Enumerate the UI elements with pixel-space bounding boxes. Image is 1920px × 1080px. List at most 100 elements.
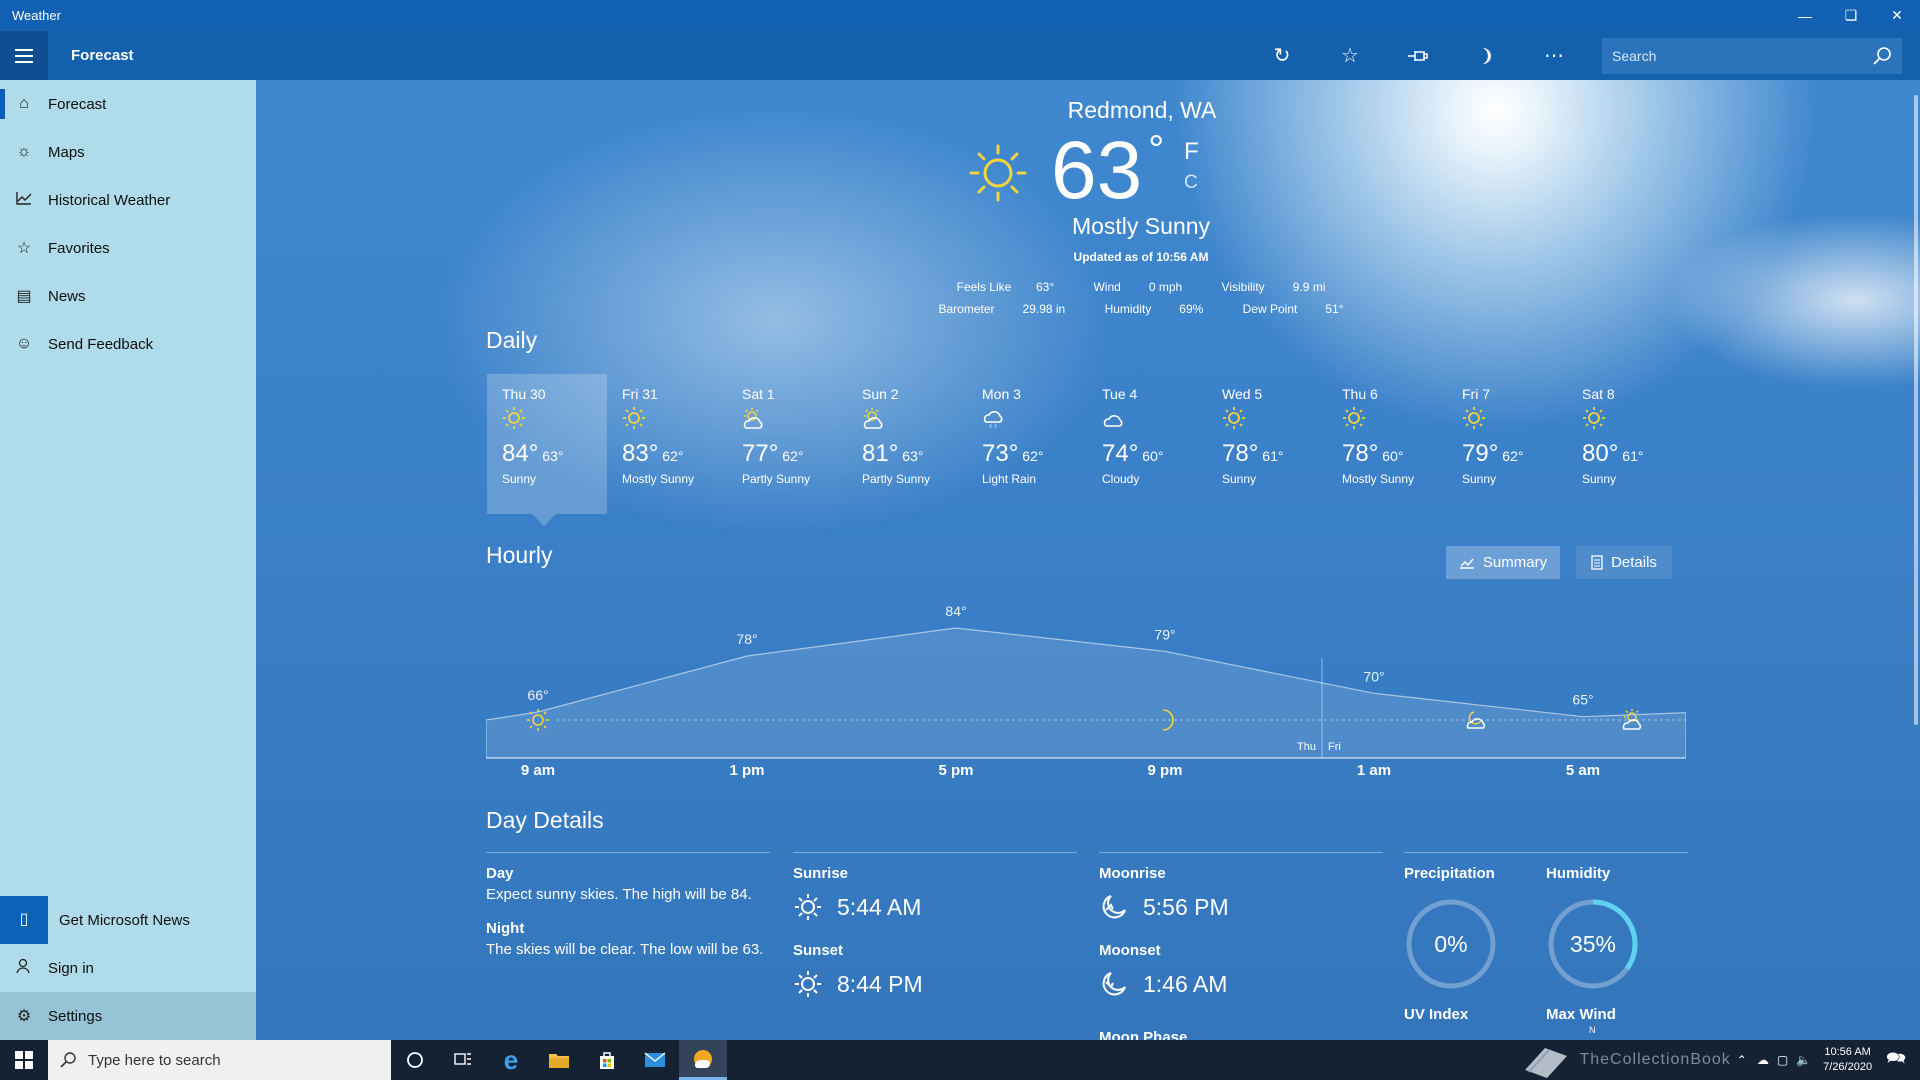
minimize-icon[interactable]: — — [1782, 0, 1828, 31]
day-name: Mon 3 — [982, 386, 1021, 402]
store-icon[interactable] — [583, 1040, 631, 1080]
chart-icon — [0, 191, 48, 210]
details-button[interactable]: Details — [1576, 546, 1672, 579]
light-rain-icon — [982, 406, 1087, 440]
sidebar-item-forecast[interactable]: ⌂ Forecast — [0, 80, 256, 128]
daily-day-tile[interactable]: Fri 31 83° 62° Mostly Sunny — [607, 374, 727, 514]
unit-celsius[interactable]: C — [1184, 172, 1198, 194]
taskbar-search-placeholder: Type here to search — [88, 1051, 221, 1069]
day-low: 61° — [1622, 448, 1644, 464]
sunset-label: Sunset — [793, 942, 844, 959]
sidebar-item-news[interactable]: ▤ News — [0, 272, 256, 320]
volume-icon[interactable]: 🔈 — [1796, 1053, 1811, 1067]
watermark-text: TheCollectionBook — [1579, 1051, 1731, 1068]
sidebar-item-sign-in[interactable]: Sign in — [0, 944, 256, 992]
stat-wind: Wind 0 mph — [1093, 280, 1183, 294]
search-input[interactable] — [1612, 47, 1872, 64]
search-icon[interactable] — [1872, 46, 1892, 66]
daily-day-tile[interactable]: Mon 3 73° 62° Light Rain — [967, 374, 1087, 514]
moon-theme-icon[interactable] — [1452, 31, 1520, 80]
taskbar-clock[interactable]: 10:56 AM 7/26/2020 — [1823, 1045, 1872, 1075]
day-condition: Mostly Sunny — [622, 472, 695, 486]
day-condition: Light Rain — [982, 472, 1037, 486]
sidebar-bottom: ▯ Get Microsoft News Sign in ⚙ Settings — [0, 896, 256, 1040]
daily-day-tile[interactable]: Thu 30 84° 63° Sunny — [487, 374, 607, 526]
daily-day-tile[interactable]: Thu 6 78° 60° Mostly Sunny — [1327, 374, 1447, 514]
sidebar-item-label: News — [48, 287, 86, 305]
updated-time: Updated as of 10:56 AM — [1073, 250, 1209, 264]
task-view-icon[interactable] — [439, 1040, 487, 1080]
chevron-up-icon[interactable]: ⌃ — [1737, 1053, 1747, 1067]
sun-icon — [1582, 406, 1687, 440]
day-high: 78° — [1342, 440, 1379, 467]
day-split-label: Thu — [1297, 741, 1316, 753]
day-temps: 79° 62° — [1462, 440, 1567, 468]
max-wind-label: Max Wind — [1546, 1006, 1616, 1023]
favorite-star-icon[interactable]: ☆ — [1316, 31, 1384, 80]
more-icon[interactable]: ⋯ — [1520, 31, 1588, 80]
stat-humidity: Humidity 69% — [1104, 302, 1204, 316]
day-name: Sat 8 — [1582, 386, 1615, 402]
hamburger-menu-icon[interactable] — [0, 31, 48, 80]
cortana-icon[interactable] — [391, 1040, 439, 1080]
hourly-temp-label: 70° — [1363, 668, 1384, 684]
sidebar-item-get-microsoft-news[interactable]: ▯ Get Microsoft News — [0, 896, 256, 944]
unit-fahrenheit[interactable]: F — [1184, 138, 1199, 166]
command-bar: Forecast ↻ ☆ ⋯ — [0, 31, 1920, 80]
moon-phase-label: Moon Phase — [1099, 1029, 1188, 1040]
weather-app-icon[interactable] — [679, 1040, 727, 1080]
sunrise-row: 5:44 AM — [793, 892, 1077, 922]
title-bar: Weather — ❏ ✕ — [0, 0, 1920, 31]
refresh-icon[interactable]: ↻ — [1248, 31, 1316, 80]
pin-icon[interactable] — [1384, 31, 1452, 80]
network-icon[interactable]: ▢ — [1777, 1053, 1788, 1067]
location-name: Redmond, WA — [1067, 97, 1217, 123]
close-icon[interactable]: ✕ — [1874, 0, 1920, 31]
day-low: 62° — [1502, 448, 1524, 464]
sunset-time: 8:44 PM — [837, 970, 923, 997]
taskbar-search[interactable]: Type here to search — [48, 1040, 391, 1080]
daily-day-tile[interactable]: Sun 2 81° 63° Partly Sunny — [847, 374, 967, 514]
smiley-icon: ☺ — [15, 335, 33, 352]
sidebar-item-send-feedback[interactable]: ☺ Send Feedback — [0, 320, 256, 368]
sidebar-item-favorites[interactable]: ☆ Favorites — [0, 224, 256, 272]
partly-sunny-icon — [862, 406, 967, 440]
current-temperature: 63 ° — [1051, 125, 1165, 216]
stat-visibility: Visibility 9.9 mi — [1221, 280, 1326, 294]
start-button[interactable] — [0, 1040, 48, 1080]
hourly-temp-label: 79° — [1154, 626, 1175, 642]
file-explorer-icon[interactable] — [535, 1040, 583, 1080]
daily-day-tile[interactable]: Sat 1 77° 62° Partly Sunny — [727, 374, 847, 514]
page-title: Forecast — [71, 47, 134, 64]
mail-icon[interactable] — [631, 1040, 679, 1080]
hourly-time-label: 5 am — [1565, 762, 1601, 779]
news-icon: ▤ — [16, 288, 32, 305]
sun-icon — [1462, 406, 1567, 440]
daily-day-tile[interactable]: Tue 4 74° 60° Cloudy — [1087, 374, 1207, 514]
sidebar-item-label: Forecast — [48, 95, 107, 113]
sunset-icon — [795, 971, 821, 997]
restore-icon[interactable]: ❏ — [1828, 0, 1874, 31]
edge-browser-icon[interactable]: e — [487, 1040, 535, 1080]
sidebar-item-settings[interactable]: ⚙ Settings — [0, 992, 256, 1040]
day-low: 62° — [662, 448, 684, 464]
summary-button[interactable]: Summary — [1446, 546, 1560, 579]
sidebar-item-maps[interactable]: ☼ Maps — [0, 128, 256, 176]
scrollbar[interactable] — [1914, 95, 1918, 725]
weather-rings: Precipitation Humidity 0% 35% UV Index M… — [1404, 852, 1688, 1040]
sidebar-item-historical-weather[interactable]: Historical Weather — [0, 176, 256, 224]
moonset-time: 1:46 AM — [1143, 970, 1228, 997]
clock-time: 10:56 AM — [1824, 1046, 1871, 1058]
current-stats: Feels Like 63° Wind 0 mph Visibility 9.9… — [896, 276, 1386, 320]
notifications-icon[interactable]: 🗪 — [1886, 1047, 1906, 1074]
search-box[interactable] — [1602, 37, 1902, 74]
daily-day-tile[interactable]: Wed 5 78° 61° Sunny — [1207, 374, 1327, 514]
day-name: Thu 30 — [502, 386, 546, 402]
day-temps: 78° 61° — [1222, 440, 1327, 468]
day-condition: Sunny — [1462, 472, 1497, 486]
onedrive-icon[interactable]: ☁ — [1757, 1053, 1769, 1067]
daily-day-tile[interactable]: Sat 8 80° 61° Sunny — [1567, 374, 1687, 514]
day-condition: Cloudy — [1102, 472, 1140, 486]
sunrise-time: 5:44 AM — [837, 893, 922, 920]
daily-day-tile[interactable]: Fri 7 79° 62° Sunny — [1447, 374, 1567, 514]
